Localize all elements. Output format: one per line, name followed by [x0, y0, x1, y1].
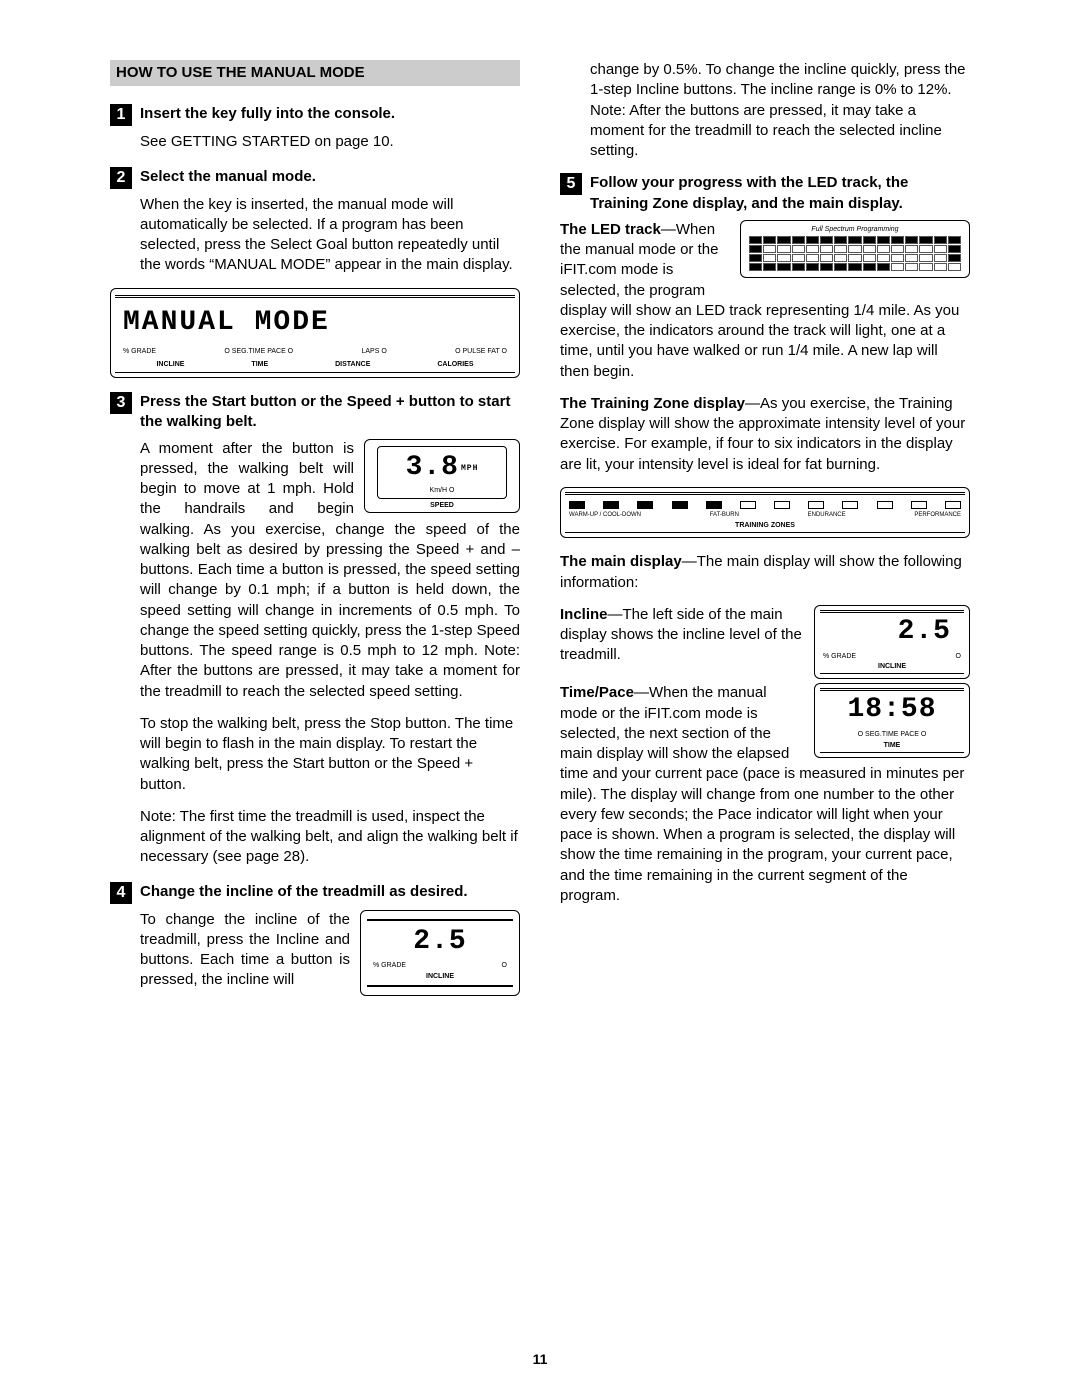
step-5-body: Full Spectrum Programming The LED track—…: [560, 220, 970, 918]
step-5: 5 Follow your progress with the LED trac…: [560, 173, 970, 918]
left-column: HOW TO USE THE MANUAL MODE 1 Insert the …: [110, 60, 520, 1017]
step-4-title: Change the incline of the treadmill as d…: [140, 882, 520, 902]
training-zone-para: The Training Zone display—As you exercis…: [560, 394, 970, 475]
two-column-layout: HOW TO USE THE MANUAL MODE 1 Insert the …: [110, 60, 970, 1017]
step-2-body: When the key is inserted, the manual mod…: [140, 195, 520, 379]
step-2-title: Select the manual mode.: [140, 167, 520, 187]
main-display-para: The main display—The main display will s…: [560, 552, 970, 593]
step-5-title: Follow your progress with the LED track,…: [590, 173, 970, 214]
zone-bars: [569, 501, 961, 509]
lcd-text: MANUAL MODE: [115, 300, 515, 346]
section-header: HOW TO USE THE MANUAL MODE: [110, 60, 520, 86]
step-number-1: 1: [110, 104, 132, 126]
step-1-title: Insert the key fully into the console.: [140, 104, 520, 124]
step-2-text: When the key is inserted, the manual mod…: [140, 195, 520, 276]
right-column: change by 0.5%. To change the incline qu…: [560, 60, 970, 1017]
led-track-display: Full Spectrum Programming: [740, 220, 970, 278]
step-2: 2 Select the manual mode. When the key i…: [110, 167, 520, 379]
step-4-body: 2.5 % GRADEO INCLINE To change the incli…: [140, 910, 520, 1003]
step-1: 1 Insert the key fully into the console.…: [110, 104, 520, 152]
step-3-body: 3.8MPH Km/H O SPEED A moment after the b…: [140, 439, 520, 868]
step-3-p3: Note: The first time the treadmill is us…: [140, 807, 520, 868]
training-zone-display: WARM-UP / COOL-DOWN FAT-BURN ENDURANCE P…: [560, 487, 970, 539]
manual-mode-lcd: MANUAL MODE % GRADE O SEG.TIME PACE O LA…: [110, 288, 520, 379]
step-number-4: 4: [110, 882, 132, 904]
step-number-3: 3: [110, 392, 132, 414]
step-1-body: See GETTING STARTED on page 10.: [140, 132, 520, 152]
manual-page: HOW TO USE THE MANUAL MODE 1 Insert the …: [0, 0, 1080, 1397]
step-number-5: 5: [560, 173, 582, 195]
zone-labels: WARM-UP / COOL-DOWN FAT-BURN ENDURANCE P…: [569, 511, 961, 519]
step-3-p2: To stop the walking belt, press the Stop…: [140, 714, 520, 795]
step-3-title: Press the Start button or the Speed + bu…: [140, 392, 520, 433]
time-lcd: 18:58 O SEG.TIME PACE O TIME: [814, 683, 970, 758]
step-3: 3 Press the Start button or the Speed + …: [110, 392, 520, 868]
led-grid: [749, 236, 961, 271]
incline-lcd-left: 2.5 % GRADEO INCLINE: [360, 910, 520, 997]
lcd-labels-row1: % GRADE O SEG.TIME PACE O LAPS O O PULSE…: [115, 345, 515, 358]
lcd-labels-row2: INCLINE TIME DISTANCE CALORIES: [115, 359, 515, 370]
incline-lcd-right: 2.5 % GRADEO INCLINE: [814, 605, 970, 680]
step-4-continuation: change by 0.5%. To change the incline qu…: [590, 60, 970, 161]
step-4: 4 Change the incline of the treadmill as…: [110, 882, 520, 1003]
page-number: 11: [0, 1350, 1080, 1369]
step-number-2: 2: [110, 167, 132, 189]
speed-lcd: 3.8MPH Km/H O SPEED: [364, 439, 520, 514]
